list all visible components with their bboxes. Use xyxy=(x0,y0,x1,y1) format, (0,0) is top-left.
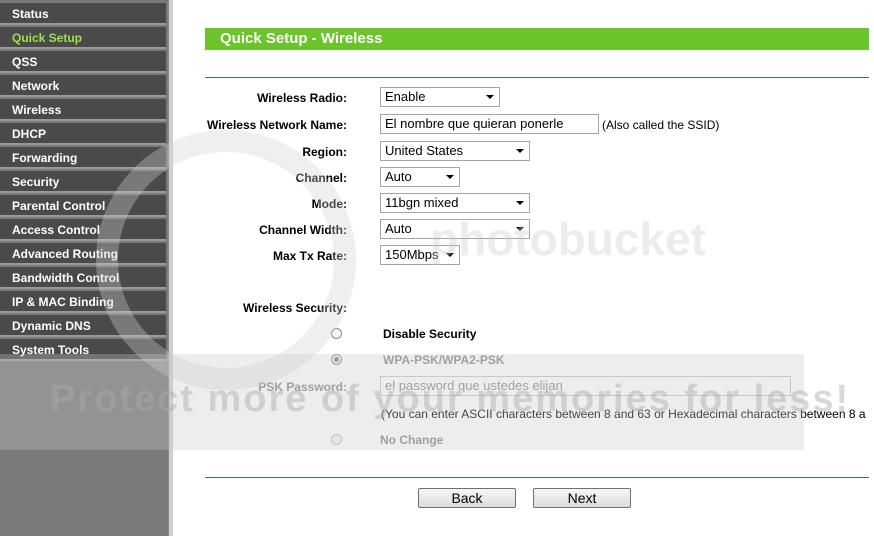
chevron-down-icon xyxy=(486,95,494,99)
channel-select[interactable]: Auto xyxy=(380,167,460,187)
back-button[interactable]: Back xyxy=(418,488,516,508)
region-value: United States xyxy=(385,143,464,158)
disable-security-label: Disable Security xyxy=(383,327,477,341)
chevron-down-icon xyxy=(516,149,524,153)
chevron-down-icon xyxy=(516,201,524,205)
sidebar-item-dhcp[interactable]: DHCP xyxy=(0,123,166,145)
next-button[interactable]: Next xyxy=(533,488,631,508)
chevron-down-icon xyxy=(446,175,454,179)
ssid-input[interactable]: El nombre que quieran ponerle xyxy=(380,114,599,134)
sidebar-item-qss[interactable]: QSS xyxy=(0,51,166,73)
region-select[interactable]: United States xyxy=(380,141,530,161)
mode-value: 11bgn mixed xyxy=(385,195,459,210)
header-divider xyxy=(205,77,869,78)
wireless-radio-label: Wireless Radio: xyxy=(257,91,347,105)
sidebar-item-status[interactable]: Status xyxy=(0,3,166,25)
page-title: Quick Setup - Wireless xyxy=(205,28,869,50)
mode-select[interactable]: 11bgn mixed xyxy=(380,193,530,213)
sidebar-item-wireless[interactable]: Wireless xyxy=(0,99,166,121)
watermark-brand: photobucket xyxy=(430,213,706,265)
channel-value: Auto xyxy=(385,169,412,184)
sidebar-item-quick-setup[interactable]: Quick Setup xyxy=(0,27,166,49)
ssid-hint: (Also called the SSID) xyxy=(602,118,720,132)
sidebar-item-network[interactable]: Network xyxy=(0,75,166,97)
region-label: Region: xyxy=(302,145,347,159)
wireless-radio-select[interactable]: Enable xyxy=(380,87,500,107)
footer-divider xyxy=(205,477,869,478)
watermark-text: Protect more of your memories for less! xyxy=(50,378,851,420)
wireless-radio-value: Enable xyxy=(385,89,426,104)
watermark-logo xyxy=(96,130,356,390)
channel-width-value: Auto xyxy=(385,221,412,236)
